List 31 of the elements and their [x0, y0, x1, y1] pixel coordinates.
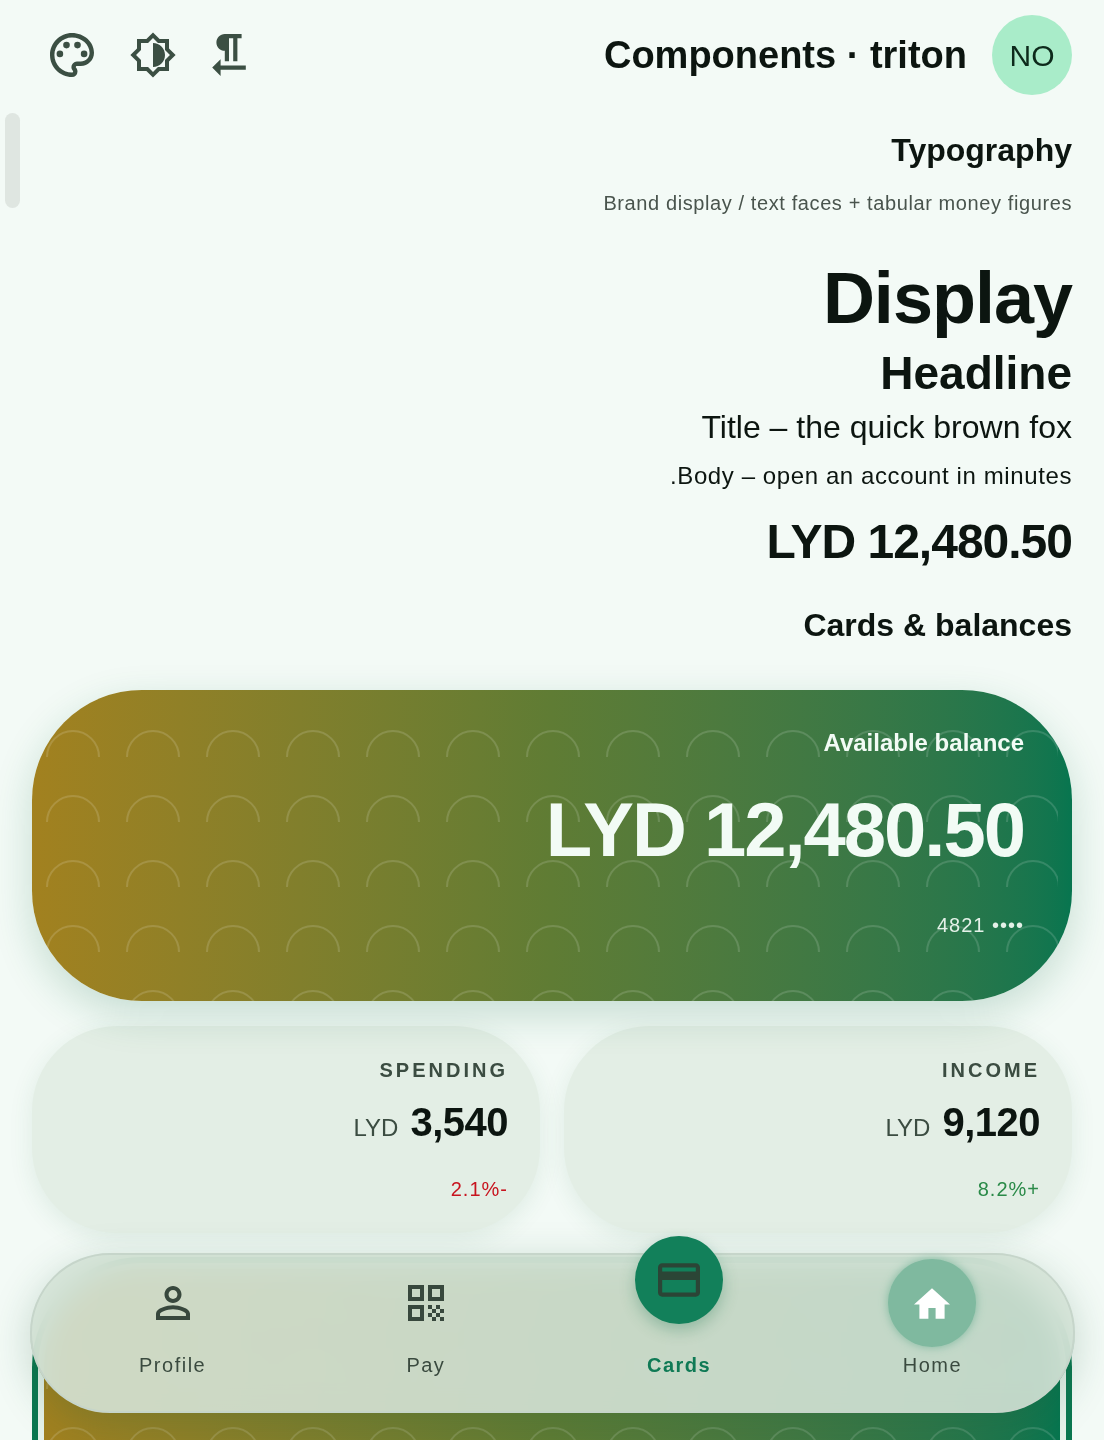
currency-label: LYD [885, 1113, 931, 1143]
qr-code-icon[interactable] [407, 1285, 444, 1321]
card-number: 4821 •••• [936, 913, 1024, 938]
nav-item[interactable]: Home [888, 1255, 977, 1379]
display-sample: Display [822, 258, 1072, 338]
stat-change: 2.1%- [450, 1177, 508, 1202]
nav-item[interactable]: Pay [381, 1255, 470, 1379]
section-subtitle: Brand display / text faces + tabular money figures [603, 191, 1072, 216]
stat-change: 8.2%+ [977, 1177, 1040, 1202]
stat-label: INCOME [942, 1058, 1040, 1083]
credit-card-icon[interactable] [635, 1236, 724, 1324]
stat-label: SPENDING [379, 1058, 508, 1083]
balance-amount: LYD 12,480.50 [545, 786, 1024, 874]
avatar[interactable]: NO [992, 15, 1072, 95]
balance-label: Available balance [823, 728, 1024, 758]
money-sample: LYD 12,480.50 [766, 514, 1072, 570]
page-title: Components · triton [603, 33, 967, 78]
headline-sample: Headline [880, 346, 1072, 400]
nav-item[interactable]: Profile [128, 1255, 217, 1379]
body-sample: .Body – open an account in minutes [670, 461, 1072, 491]
palette-icon[interactable] [50, 33, 94, 77]
nav-item[interactable]: Cards [635, 1236, 724, 1379]
text-direction-icon[interactable] [212, 34, 246, 76]
section-heading: Cards & balances [803, 606, 1072, 645]
currency-label: LYD [353, 1113, 399, 1143]
stat-amount: 3,540 [410, 1099, 508, 1146]
stat-amount: 9,120 [942, 1099, 1040, 1146]
title-sample: Title – the quick brown fox [701, 408, 1072, 447]
brightness-icon[interactable] [130, 32, 176, 78]
person-icon[interactable] [155, 1286, 190, 1320]
section-heading: Typography [891, 131, 1072, 170]
